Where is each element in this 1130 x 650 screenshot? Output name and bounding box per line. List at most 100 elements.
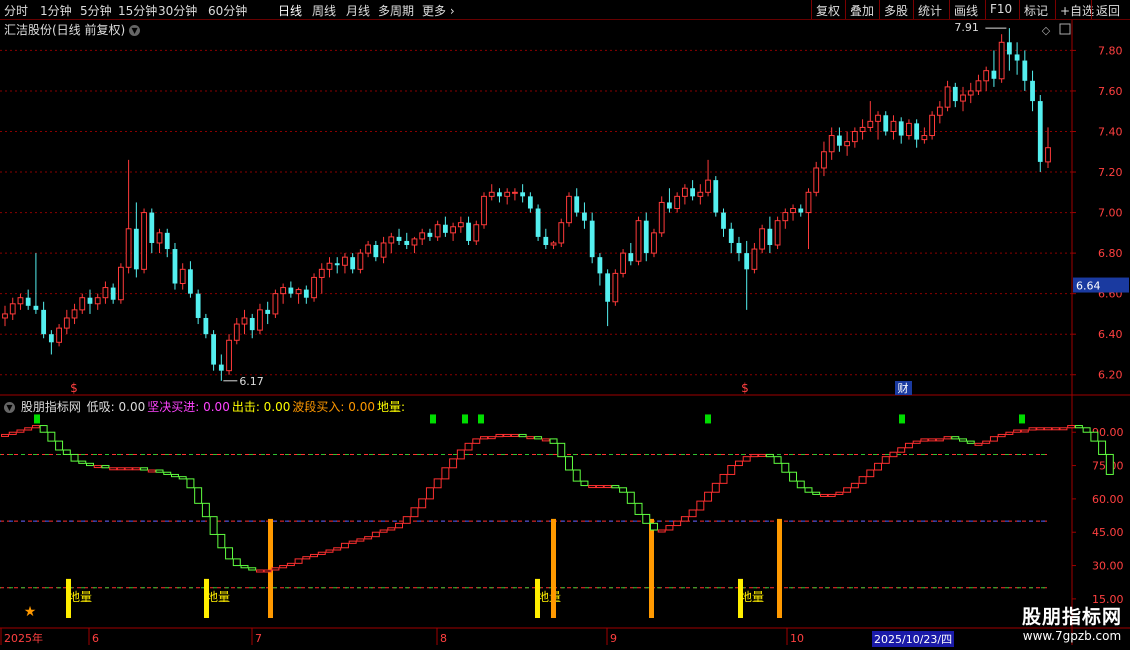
x-tick-label: 7 (255, 632, 262, 645)
timeframe-9[interactable]: 多周期 (378, 2, 414, 19)
price-tick-label: 7.00 (1098, 207, 1123, 220)
timeframe-7[interactable]: 周线 (312, 2, 336, 19)
indicator-step (742, 456, 751, 462)
indicator-step (997, 433, 1006, 438)
indicator-step (1, 433, 9, 437)
candle-body (342, 256, 348, 266)
candle-body (334, 263, 340, 266)
indicator-step (410, 507, 419, 518)
indicator-step (16, 429, 25, 433)
indicator-step (843, 487, 852, 493)
candle-body (612, 272, 619, 303)
indicator-step (796, 480, 805, 489)
candle-body (450, 226, 456, 234)
candle-body (442, 224, 448, 233)
toolbar-separator (913, 0, 914, 19)
candle-body (164, 232, 170, 250)
candle-body (944, 86, 951, 108)
indicator-step (1059, 427, 1068, 431)
candle-body (434, 224, 441, 238)
toolbar-button-8[interactable]: 返回 (1096, 2, 1120, 19)
toolbar-button-7[interactable]: +自选 (1060, 2, 1094, 19)
candle-body (226, 339, 232, 372)
candle-body (25, 297, 31, 306)
candle-body (380, 242, 387, 258)
timeframe-8[interactable]: 月线 (346, 2, 370, 19)
toolbar-button-3[interactable]: 统计 (918, 2, 942, 19)
indicator-step (263, 569, 272, 573)
indicator-step (170, 473, 179, 478)
indicator-step (804, 487, 813, 493)
timeframe-4[interactable]: 30分钟 (158, 2, 197, 19)
candle-body (373, 245, 379, 258)
toolbar-button-0[interactable]: 复权 (816, 2, 840, 19)
timeframe-10[interactable]: 更多 › (422, 2, 455, 19)
indicator-step (765, 453, 774, 458)
indicator-step (680, 516, 689, 522)
indicator-step (549, 438, 558, 444)
candle-body (798, 208, 804, 213)
indicator-step (904, 442, 913, 449)
toolbar-button-2[interactable]: 多股 (884, 2, 908, 19)
candle-body (350, 257, 356, 270)
toolbar-button-1[interactable]: 叠加 (850, 2, 874, 19)
indicator-step (480, 436, 488, 440)
indicator-step (55, 440, 64, 451)
indicator-step (634, 502, 643, 515)
indicator-step (186, 478, 195, 489)
indicator-step (673, 520, 682, 527)
candle-body (466, 222, 471, 241)
indicator-step (364, 536, 373, 540)
price-tick-label: 7.40 (1098, 125, 1123, 138)
timeframe-0[interactable]: 分时 (4, 2, 28, 19)
indicator-step (1013, 429, 1022, 433)
indicator-step (557, 442, 566, 458)
candle-body (481, 195, 487, 226)
indicator-step (217, 533, 226, 549)
indicator-step (711, 482, 720, 493)
indicator-step (565, 456, 573, 471)
stock-title: 汇洁股份(日线 前复权) ▼ (4, 21, 141, 38)
indicator-step (395, 522, 403, 529)
signal-marker (430, 414, 436, 424)
indicator-step (464, 442, 473, 451)
candle-body (41, 309, 47, 335)
timeframe-6[interactable]: 日线 (278, 2, 302, 19)
timeframe-5[interactable]: 60分钟 (208, 2, 247, 19)
indicator-step (1090, 431, 1099, 442)
indicator-step (603, 485, 612, 489)
indicator-step (495, 433, 504, 438)
timeframe-2[interactable]: 5分钟 (80, 2, 112, 19)
indicator-step (201, 502, 210, 518)
toolbar-button-5[interactable]: F10 (990, 2, 1012, 16)
indicator-step (325, 549, 334, 553)
price-tick-label: 7.20 (1098, 166, 1123, 179)
indicator-step (24, 427, 33, 431)
indicator-step (255, 569, 264, 573)
candle-body (17, 297, 24, 305)
toolbar-button-4[interactable]: 画线 (954, 2, 978, 19)
candle-body (94, 297, 101, 305)
chevron-down-icon[interactable]: ▼ (4, 402, 15, 413)
indicator-step (665, 525, 674, 531)
indicator-step (920, 438, 929, 442)
chevron-down-icon[interactable]: ▼ (129, 25, 141, 36)
indicator-step (116, 467, 125, 471)
toolbar-button-6[interactable]: 标记 (1024, 2, 1048, 19)
run-icon: ★ (24, 604, 37, 620)
candle-body (914, 123, 920, 140)
indicator-tick-label: 30.00 (1092, 560, 1124, 573)
indicator-step (959, 438, 967, 442)
candle-body (125, 228, 132, 268)
indicator-step (657, 529, 666, 533)
candle-body (991, 70, 997, 79)
candle-body (867, 120, 874, 128)
candle-body (821, 151, 827, 169)
indicator-step (178, 476, 187, 480)
timeframe-1[interactable]: 1分钟 (40, 2, 72, 19)
indicator-step (78, 460, 87, 464)
candle-body (388, 236, 395, 244)
x-tick-label: 6 (92, 632, 99, 645)
candle-body (883, 115, 889, 132)
timeframe-3[interactable]: 15分钟 (118, 2, 157, 19)
